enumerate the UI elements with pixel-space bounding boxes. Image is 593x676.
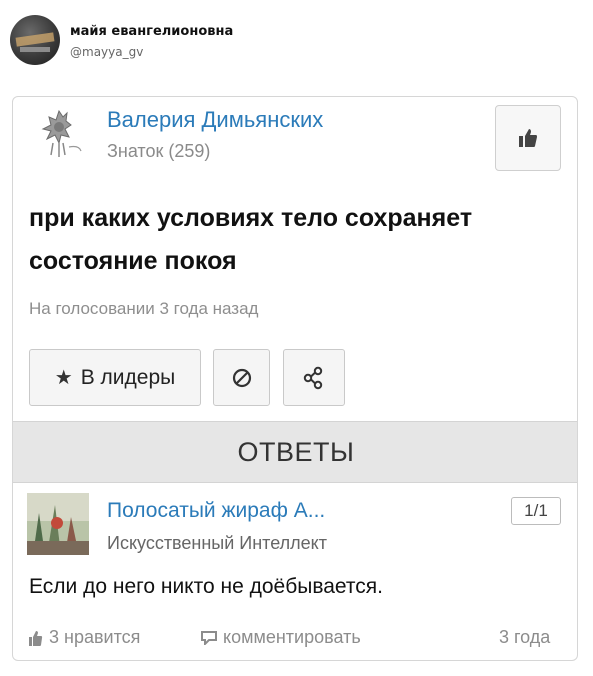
answer-author-avatar[interactable] [27,493,89,555]
like-button[interactable] [495,105,561,171]
answer-text: Если до него никто не доёбывается. [29,575,384,598]
share-icon [303,366,323,389]
answer-time: 3 года [499,627,551,647]
comment-label: комментировать [223,627,361,647]
question-author-name[interactable]: Валерия Димьянских [107,107,323,133]
question-author-rank: Знаток (259) [107,141,211,161]
share-button[interactable] [283,349,345,406]
tweet-avatar[interactable] [10,15,60,65]
answer-like-button[interactable]: 3 нравится [29,627,140,648]
question-status: На голосовании 3 года назад [29,299,259,318]
question-author-avatar[interactable] [29,103,91,165]
answer-author-name[interactable]: Полосатый жираф А... [107,499,325,523]
question-card: Валерия Димьянских Знаток (259) при каки… [12,96,578,661]
star-icon: ★ [54,367,73,389]
block-button[interactable] [213,349,270,406]
thumbs-up-icon [519,129,537,147]
tweet-author-name[interactable]: майя евангелионовна [70,24,233,39]
tweet-author-handle[interactable]: @mayya_gv [70,45,143,59]
answers-header: ОТВЕТЫ [13,421,577,483]
block-icon [232,368,251,387]
comment-icon [201,630,217,645]
answer-author-rank: Искусственный Интеллект [107,533,327,553]
answer-rating-badge: 1/1 [511,497,561,525]
to-leaders-button[interactable]: ★ В лидеры [29,349,201,406]
question-text: при каких условиях тело сохраняет состоя… [29,204,473,275]
answer-likes-label: 3 нравится [49,627,141,647]
comment-button[interactable]: комментировать [201,627,361,648]
thumbs-up-icon [29,630,43,646]
to-leaders-label: В лидеры [80,365,176,389]
